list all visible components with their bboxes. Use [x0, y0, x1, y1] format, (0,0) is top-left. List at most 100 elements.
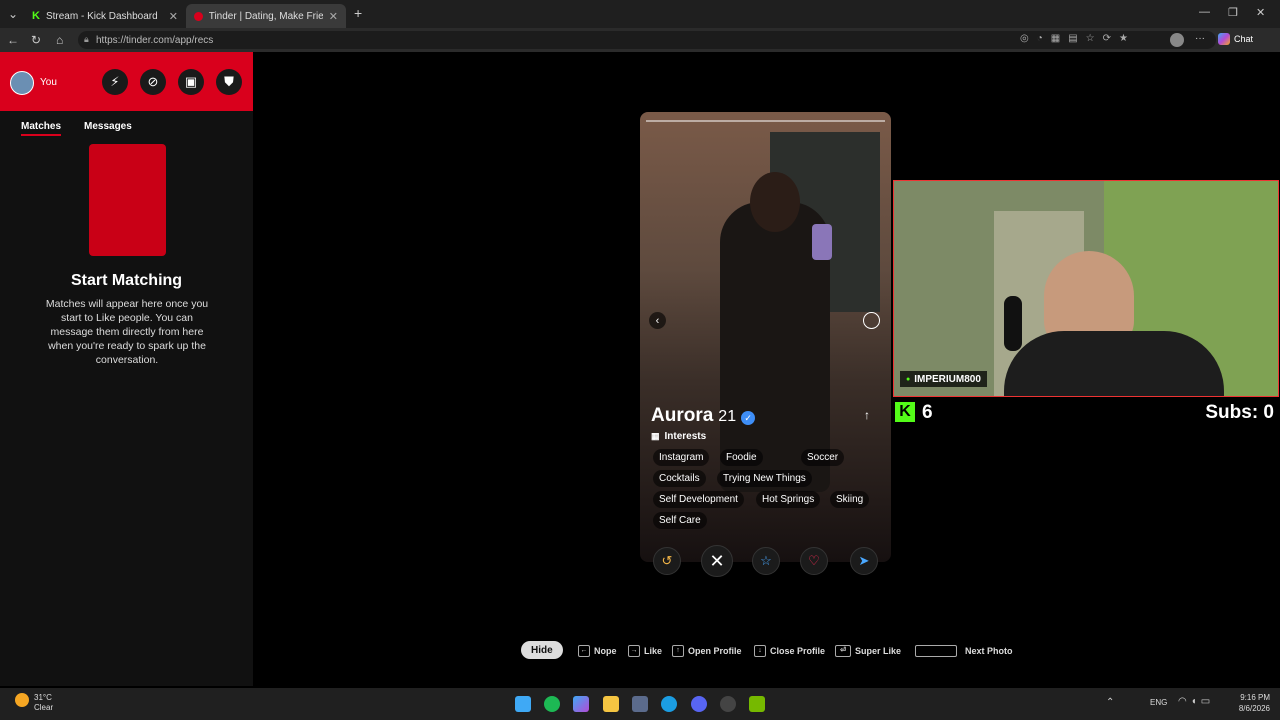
close-icon[interactable]: ✕ [329, 10, 338, 23]
interests-header: ▦ Interests [651, 431, 706, 442]
profile-avatar-icon[interactable] [1170, 33, 1184, 47]
shield-icon: ⛊ [224, 74, 234, 89]
hint-label: Super Like [855, 646, 902, 656]
obs-icon[interactable] [720, 696, 736, 712]
store-icon[interactable] [632, 696, 648, 712]
hint-next-photo: Next Photo [915, 643, 1013, 659]
grid-icon: ▦ [651, 431, 660, 441]
interest-chip: Instagram [653, 449, 710, 466]
kick-favicon-icon: K [32, 10, 40, 22]
system-tray-icons[interactable]: ◠◖▭ [1178, 696, 1214, 707]
phone-in-photo [812, 224, 832, 260]
new-tab-icon[interactable]: + [354, 5, 362, 21]
close-icon: ✕ [709, 550, 725, 571]
explore-button[interactable]: ⊘ [140, 69, 166, 95]
copilot-chat-button[interactable]: Chat [1218, 33, 1253, 45]
empty-description: Matches will appear here once you start … [45, 298, 209, 366]
interests-label: Interests [664, 431, 707, 442]
next-photo-icon[interactable] [863, 312, 880, 329]
weather-desc: Clear [34, 703, 54, 712]
tab-title: Stream - Kick Dashboard [45, 10, 158, 22]
hint-label: Next Photo [965, 646, 1013, 656]
webcam-overlay: ● IMPERIUM800 [893, 180, 1279, 397]
lightning-icon: ⚡︎ [110, 74, 120, 89]
refresh-icon[interactable]: ↻ [31, 33, 41, 47]
clock-date: 8/6/2026 [1238, 704, 1270, 713]
lock-icon: 🔒︎ [84, 34, 89, 44]
heart-icon: ♡ [808, 553, 820, 568]
tray-overflow-icon[interactable]: ⌃ [1106, 697, 1114, 708]
chat-label: Chat [1234, 34, 1254, 44]
like-button[interactable]: ♡ [800, 547, 828, 575]
language-indicator[interactable]: ENG [1150, 698, 1167, 707]
interest-chip: Hot Springs [756, 491, 821, 508]
hint-label: Open Profile [688, 646, 742, 656]
tab-title: Tinder | Dating, Make Friends & M [208, 10, 323, 22]
hint-open-profile: ↑ Open Profile [672, 643, 742, 659]
star-icon: ☆ [760, 553, 772, 568]
webcam-person-body [1004, 331, 1224, 396]
more-options-icon[interactable]: ··· [1195, 33, 1205, 44]
interest-chip: Cocktails [653, 470, 706, 487]
edge-icon[interactable] [661, 696, 677, 712]
minimize-icon[interactable]: — [1199, 6, 1210, 18]
super-like-button[interactable]: ☆ [752, 547, 780, 575]
close-icon[interactable]: ✕ [169, 10, 178, 23]
empty-matches-card [89, 144, 166, 256]
hide-hints-button[interactable]: Hide [521, 641, 563, 659]
safety-button[interactable]: ⛊ [216, 69, 242, 95]
tab-matches[interactable]: Matches [21, 121, 62, 136]
file-explorer-icon[interactable] [603, 696, 619, 712]
interest-chip: Soccer [801, 449, 845, 466]
clock[interactable]: 9:16 PM 8/6/2026 [1230, 692, 1270, 714]
live-dot-icon: ● [906, 375, 911, 383]
profile-card[interactable]: ‹ Aurora 21 ✓ ↑ ▦ Interests Instagram Fo… [640, 112, 891, 562]
weather-icon[interactable] [15, 693, 29, 707]
tab-tinder[interactable]: Tinder | Dating, Make Friends & M ✕ [186, 4, 346, 28]
weather-widget[interactable]: 31°C Clear [34, 693, 53, 713]
avatar[interactable] [10, 71, 34, 95]
boost-send-button[interactable]: ➤ [850, 547, 878, 575]
subs-counter: Subs: 0 [1205, 402, 1274, 423]
tab-kick-dashboard[interactable]: K Stream - Kick Dashboard ✕ [24, 4, 186, 28]
nvidia-icon[interactable] [749, 696, 765, 712]
enter-key-icon: ⏎ [835, 645, 851, 657]
profile-name: Aurora [651, 405, 714, 426]
copilot-icon [1218, 33, 1230, 45]
hint-label: Nope [594, 646, 617, 656]
streamer-name: IMPERIUM800 [914, 373, 981, 385]
send-icon: ➤ [858, 553, 870, 568]
interest-chip: Self Development [653, 491, 744, 508]
discord-icon[interactable] [691, 696, 707, 712]
back-icon[interactable]: ← [7, 33, 19, 47]
clock-time: 9:16 PM [1240, 693, 1270, 702]
previous-photo-icon[interactable]: ‹ [649, 312, 666, 329]
streamer-tag: ● IMPERIUM800 [900, 371, 987, 387]
boost-button[interactable]: ⚡︎ [102, 69, 128, 95]
home-icon[interactable]: ⌂ [56, 33, 63, 47]
profile-name-row: Aurora 21 ✓ [651, 405, 756, 427]
user-label[interactable]: You [40, 77, 57, 88]
windows-start-icon[interactable] [515, 696, 531, 712]
toolbar-extension-icons[interactable]: ◎◔▦▤☆⟳★ [1020, 33, 1136, 44]
weather-temp: 31°C [34, 693, 52, 702]
tab-list-icon[interactable]: ⌄ [8, 7, 18, 21]
kick-logo-icon: K [895, 402, 915, 422]
nope-button[interactable]: ✕ [701, 545, 733, 577]
interest-chip: Trying New Things [717, 470, 812, 487]
interest-chip: Skiing [830, 491, 870, 508]
tab-messages[interactable]: Messages [84, 121, 132, 132]
window-close-icon[interactable]: ✕ [1256, 6, 1265, 19]
maximize-icon[interactable]: ❐ [1228, 6, 1238, 19]
open-profile-icon[interactable]: ↑ [864, 408, 870, 422]
rewind-button[interactable]: ↺ [653, 547, 681, 575]
work-mode-button[interactable]: ▣ [178, 69, 204, 95]
spotify-icon[interactable] [544, 696, 560, 712]
interest-chip: Self Care [653, 512, 707, 529]
copilot-taskbar-icon[interactable] [573, 696, 589, 712]
compass-icon: ⊘ [147, 74, 159, 89]
microphone-icon [1004, 296, 1022, 351]
profile-age: 21 [718, 408, 737, 425]
viewer-count: 6 [922, 402, 933, 423]
right-arrow-key-icon: → [628, 645, 640, 657]
